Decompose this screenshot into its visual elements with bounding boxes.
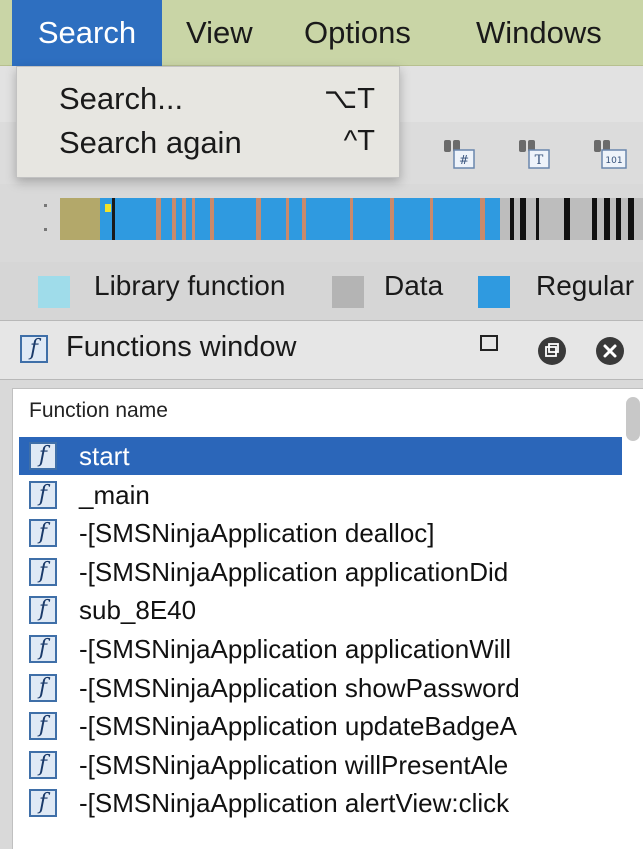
shortcut-search-again: ^T (343, 125, 375, 157)
function-icon: f (29, 750, 57, 779)
legend-swatch-data (332, 276, 364, 308)
function-name: -[SMSNinjaApplication updateBadgeA (79, 711, 517, 742)
column-header-function-name[interactable]: Function name (13, 389, 643, 433)
legend-swatch-library (38, 276, 70, 308)
menu-bar: Search View Options Windows (0, 0, 643, 66)
function-row[interactable]: f -[SMSNinjaApplication willPresentAle (19, 746, 622, 784)
functions-window-titlebar: f Functions window (0, 320, 643, 380)
function-row[interactable]: f -[SMSNinjaApplication alertView:click (19, 784, 622, 822)
function-icon: f (29, 519, 57, 548)
function-icon: f (29, 712, 57, 741)
maximize-icon[interactable] (480, 335, 498, 351)
hash-glyph: # (459, 153, 469, 167)
shortcut-search: ⌥T (323, 83, 375, 115)
function-name: -[SMSNinjaApplication willPresentAle (79, 749, 509, 780)
search-menu-dropdown: Search... ⌥T Search again ^T (16, 66, 400, 178)
legend-label-regular: Regular (536, 270, 635, 301)
legend-label-data: Data (384, 270, 444, 301)
function-name: -[SMSNinjaApplication applicationWill (79, 634, 512, 664)
function-icon: f (29, 557, 57, 586)
function-row[interactable]: f _main (19, 476, 622, 514)
function-name: -[SMSNinjaApplication showPassword (79, 672, 520, 703)
function-row[interactable]: f -[SMSNinjaApplication showPassword (19, 669, 622, 707)
function-name: -[SMSNinjaApplication alertView:click (79, 788, 510, 819)
menu-view[interactable]: View (186, 0, 253, 66)
t-glyph: T (535, 153, 544, 168)
function-icon: f (29, 673, 57, 702)
legend-swatch-regular (478, 276, 510, 308)
restore-icon[interactable] (538, 337, 566, 365)
navigation-bar[interactable] (60, 198, 643, 240)
menu-item-search[interactable]: Search... (59, 81, 183, 117)
binoculars-text-icon[interactable]: T (515, 134, 553, 172)
function-icon: f (29, 635, 57, 663)
menu-search[interactable]: Search (12, 0, 162, 66)
function-name: sub_8E40 (79, 595, 197, 626)
function-row[interactable]: f -[SMSNinjaApplication updateBadgeA (19, 707, 622, 745)
function-name: _main (79, 479, 150, 510)
function-icon: f (29, 480, 57, 509)
binoculars-hash-icon[interactable]: # (440, 134, 478, 172)
functions-list-panel: Function name f start f _main f -[SMSNinjaApp… (12, 388, 643, 849)
function-name: -[SMSNinjaApplication dealloc] (79, 518, 435, 549)
legend: Library function Data Regular (0, 262, 643, 320)
function-row[interactable]: f -[SMSNinjaApplication applicationWill (19, 630, 622, 668)
function-icon: f (20, 335, 48, 363)
scrollbar-thumb[interactable] (626, 397, 640, 441)
binoculars-binary-icon[interactable]: 101 (590, 134, 628, 172)
close-icon[interactable] (596, 337, 624, 365)
legend-label-library: Library function (94, 270, 286, 301)
function-row[interactable]: f sub_8E40 (19, 591, 622, 629)
dots-handle-icon-2 (44, 228, 47, 231)
functions-window-title: Functions window (66, 331, 297, 363)
navigation-bar-segments (60, 198, 643, 240)
menu-options[interactable]: Options (304, 0, 411, 66)
menu-windows[interactable]: Windows (476, 0, 602, 66)
function-row[interactable]: f start (19, 437, 622, 475)
function-icon: f (29, 596, 57, 625)
function-row[interactable]: f -[SMSNinjaApplication dealloc] (19, 514, 622, 552)
dots-handle-icon (44, 204, 47, 207)
binary-glyph: 101 (605, 156, 622, 166)
function-name: start (79, 441, 130, 471)
function-icon: f (29, 442, 57, 470)
function-row[interactable]: f -[SMSNinjaApplication applicationDid (19, 553, 622, 591)
function-icon: f (29, 789, 57, 818)
function-name: -[SMSNinjaApplication applicationDid (79, 556, 509, 587)
menu-item-search-again[interactable]: Search again (59, 125, 242, 161)
